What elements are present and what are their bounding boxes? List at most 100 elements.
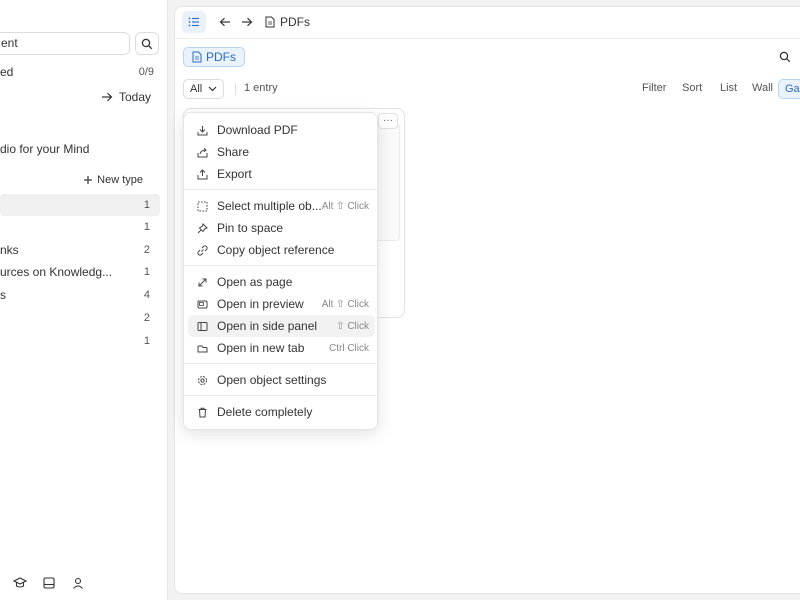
download-icon bbox=[194, 122, 210, 138]
breadcrumb[interactable]: PDFs bbox=[265, 15, 310, 29]
sidebar-widget-row[interactable]: ed 0/9 bbox=[0, 62, 168, 82]
context-menu: Download PDF Share Export Select multipl… bbox=[183, 112, 378, 430]
file-icon bbox=[265, 16, 275, 28]
entry-count: 1 entry bbox=[244, 82, 278, 94]
sidebar: ent ed 0/9 Today dio for your Mind New t… bbox=[0, 0, 168, 600]
side-panel-icon bbox=[194, 318, 210, 334]
more-button[interactable]: ··· bbox=[378, 113, 398, 129]
user-icon[interactable] bbox=[70, 575, 86, 591]
divider bbox=[235, 83, 236, 95]
menu-item-open-in-new-tab[interactable]: Open in new tab Ctrl Click bbox=[188, 337, 375, 359]
menu-item-download-pdf[interactable]: Download PDF bbox=[188, 119, 375, 141]
type-row[interactable]: s 4 bbox=[0, 284, 160, 306]
type-row[interactable]: 2 bbox=[0, 307, 160, 329]
filter-dropdown[interactable]: All bbox=[183, 79, 225, 99]
wall-view-button[interactable]: Wall bbox=[752, 82, 773, 94]
view-controls: All 1 entry Filter Sort List Wall Gal bbox=[175, 79, 800, 101]
type-row[interactable]: urces on Knowledg... 1 bbox=[0, 261, 160, 283]
link-icon bbox=[194, 242, 210, 258]
list-view-button[interactable]: List bbox=[720, 82, 737, 94]
forward-button[interactable] bbox=[235, 11, 259, 33]
menu-item-open-in-preview[interactable]: Open in preview Alt ⇧ Click bbox=[188, 293, 375, 315]
menu-item-label: Open as page bbox=[217, 275, 293, 289]
menu-item-export[interactable]: Export bbox=[188, 163, 375, 185]
toggle-sidebar-button[interactable] bbox=[182, 11, 206, 33]
new-type-button[interactable]: New type bbox=[83, 171, 143, 189]
type-row[interactable]: nks 2 bbox=[0, 239, 160, 261]
menu-item-shortcut: Ctrl Click bbox=[329, 342, 369, 354]
filter-button[interactable]: Filter bbox=[642, 82, 666, 94]
sidebar-widget-count: 0/9 bbox=[138, 66, 154, 78]
new-tab-icon bbox=[194, 340, 210, 356]
search-button[interactable] bbox=[135, 32, 159, 55]
menu-item-label: Copy object reference bbox=[217, 243, 335, 257]
menu-item-object-settings[interactable]: Open object settings bbox=[188, 369, 375, 391]
chevron-down-icon bbox=[208, 86, 217, 92]
menu-item-label: Download PDF bbox=[217, 123, 298, 137]
search-icon bbox=[141, 38, 153, 49]
menu-item-pin-to-space[interactable]: Pin to space bbox=[188, 217, 375, 239]
new-type-label: New type bbox=[97, 174, 143, 186]
type-row[interactable]: 1 bbox=[0, 194, 160, 216]
type-row[interactable]: 1 bbox=[0, 216, 160, 238]
menu-item-label: Share bbox=[217, 145, 250, 159]
menu-item-label: Select multiple ob... bbox=[217, 199, 322, 213]
type-count: 4 bbox=[143, 289, 150, 301]
type-count: 1 bbox=[143, 199, 150, 211]
space-title: dio for your Mind bbox=[0, 142, 90, 156]
menu-item-label: Open in new tab bbox=[217, 341, 305, 355]
main-search-button[interactable] bbox=[779, 51, 791, 66]
menu-item-copy-reference[interactable]: Copy object reference bbox=[188, 239, 375, 261]
search-icon bbox=[779, 51, 791, 63]
sort-button[interactable]: Sort bbox=[682, 82, 702, 94]
set-chip[interactable]: PDFs bbox=[183, 47, 245, 67]
settings-icon bbox=[194, 372, 210, 388]
menu-item-open-as-page[interactable]: Open as page bbox=[188, 271, 375, 293]
today-label: Today bbox=[118, 90, 151, 104]
menu-item-shortcut: Alt ⇧ Click bbox=[321, 298, 369, 310]
menu-item-open-in-side-panel[interactable]: Open in side panel ⇧ Click bbox=[188, 315, 375, 337]
menu-item-label: Open in side panel bbox=[217, 319, 318, 333]
type-label: s bbox=[0, 288, 6, 302]
menu-divider bbox=[184, 265, 377, 266]
set-chip-label: PDFs bbox=[206, 50, 236, 64]
menu-item-delete[interactable]: Delete completely bbox=[188, 401, 375, 423]
type-count: 2 bbox=[143, 244, 150, 256]
menu-item-shortcut: Alt ⇧ Click bbox=[321, 200, 369, 212]
type-count: 2 bbox=[143, 312, 150, 324]
menu-item-label: Open object settings bbox=[217, 373, 327, 387]
gallery-view-button[interactable]: Gal bbox=[778, 79, 800, 99]
search-input[interactable]: ent bbox=[0, 32, 130, 55]
today-link[interactable]: Today bbox=[101, 88, 151, 106]
expand-icon bbox=[194, 274, 210, 290]
graduation-cap-icon[interactable] bbox=[12, 575, 28, 591]
menu-item-label: Open in preview bbox=[217, 297, 304, 311]
share-icon bbox=[194, 144, 210, 160]
sidebar-bottom-icons bbox=[12, 575, 86, 591]
inbox-icon[interactable] bbox=[41, 575, 57, 591]
menu-divider bbox=[184, 363, 377, 364]
menu-item-label: Pin to space bbox=[217, 221, 284, 235]
export-icon bbox=[194, 166, 210, 182]
trash-icon bbox=[194, 404, 210, 420]
arrow-right-icon bbox=[242, 17, 253, 27]
menu-item-share[interactable]: Share bbox=[188, 141, 375, 163]
back-button[interactable] bbox=[213, 11, 237, 33]
space-title-row[interactable]: dio for your Mind bbox=[0, 139, 168, 159]
menu-divider bbox=[184, 189, 377, 190]
top-bar: PDFs bbox=[175, 7, 800, 39]
sidebar-widget-label: ed bbox=[0, 65, 14, 79]
menu-item-label: Delete completely bbox=[217, 405, 313, 419]
type-row[interactable]: 1 bbox=[0, 330, 160, 352]
breadcrumb-label: PDFs bbox=[280, 15, 310, 29]
type-label: nks bbox=[0, 243, 19, 257]
preview-icon bbox=[194, 296, 210, 312]
filter-dropdown-label: All bbox=[190, 83, 203, 95]
type-count: 1 bbox=[143, 266, 150, 278]
arrow-left-icon bbox=[219, 17, 230, 27]
plus-icon bbox=[84, 176, 93, 184]
menu-item-select-multiple[interactable]: Select multiple ob... Alt ⇧ Click bbox=[188, 195, 375, 217]
list-icon bbox=[188, 17, 199, 27]
menu-item-shortcut: ⇧ Click bbox=[336, 320, 369, 332]
type-count: 1 bbox=[143, 335, 150, 347]
